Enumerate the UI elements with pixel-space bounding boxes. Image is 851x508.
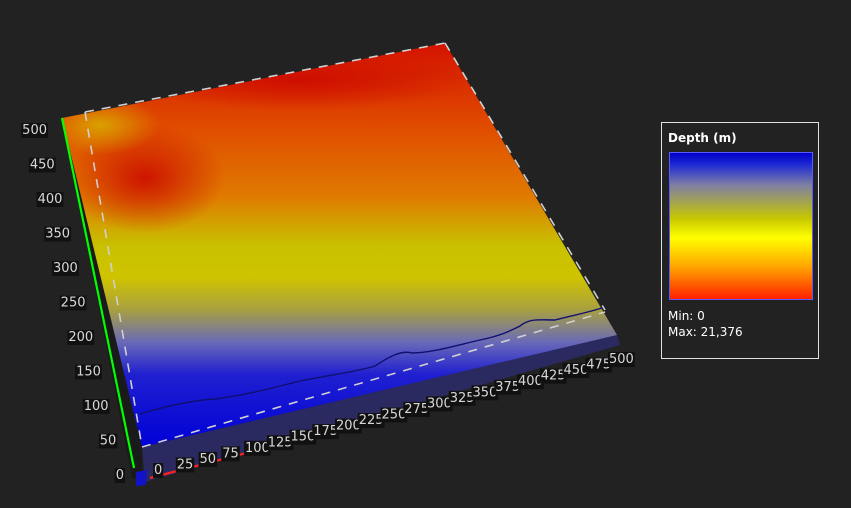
x-tick-label: 100 [245, 441, 270, 456]
legend-color-bar [669, 152, 813, 300]
x-tick-label: 250 [382, 408, 407, 423]
x-tick-label: 450 [564, 363, 589, 378]
y-tick-label: 350 [45, 227, 70, 242]
x-tick-label: 500 [609, 352, 634, 367]
y-tick-label: 0 [116, 468, 124, 483]
y-tick-label: 50 [100, 434, 117, 449]
x-tick-label: 475 [586, 358, 611, 373]
legend-title: Depth (m) [668, 131, 737, 145]
y-tick-label: 100 [84, 399, 109, 414]
x-tick-label: 350 [473, 385, 498, 400]
x-tick-label: 0 [154, 463, 162, 478]
x-tick-label: 25 [177, 457, 194, 472]
x-tick-label: 300 [427, 396, 452, 411]
x-tick-label: 150 [291, 430, 316, 445]
x-tick-label: 175 [313, 424, 338, 439]
color-legend: Depth (m) Min: 0 Max: 21,376 [661, 122, 819, 359]
x-tick-label: 400 [518, 374, 543, 389]
origin-marker [136, 470, 147, 486]
x-tick-label: 375 [495, 380, 520, 395]
legend-min-label: Min: 0 [668, 309, 705, 323]
x-tick-label: 50 [200, 452, 217, 467]
x-tick-label: 275 [404, 402, 429, 417]
y-tick-label: 450 [30, 158, 55, 173]
y-tick-label: 200 [68, 330, 93, 345]
x-tick-label: 125 [268, 435, 293, 450]
y-tick-label: 150 [76, 365, 101, 380]
y-tick-label: 300 [53, 261, 78, 276]
x-tick-label: 75 [222, 446, 239, 461]
y-tick-label: 500 [22, 123, 47, 138]
legend-max-label: Max: 21,376 [668, 325, 743, 339]
x-tick-label: 200 [336, 419, 361, 434]
x-tick-label: 225 [359, 413, 384, 428]
x-tick-label: 425 [541, 369, 566, 384]
y-tick-label: 400 [38, 192, 63, 207]
y-tick-label: 250 [61, 296, 86, 311]
x-tick-label: 325 [450, 391, 475, 406]
